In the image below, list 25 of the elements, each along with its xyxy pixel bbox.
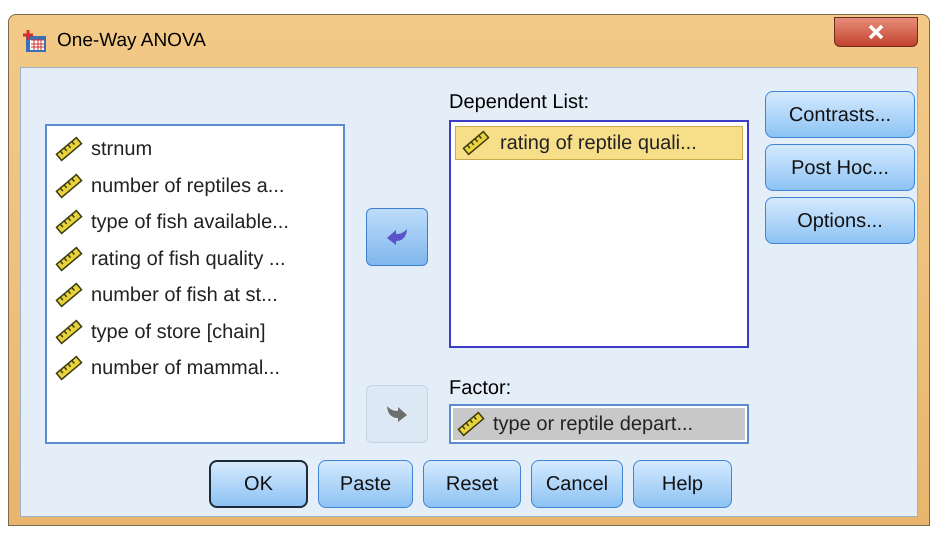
variable-item[interactable]: rating of fish quality ... xyxy=(55,240,343,277)
variable-item[interactable]: number of fish at st... xyxy=(55,277,343,314)
variable-item[interactable]: number of mammal... xyxy=(55,350,343,386)
dependent-list-label: Dependent List: xyxy=(449,90,590,115)
dialog-button[interactable]: Paste xyxy=(318,460,413,508)
app-icon xyxy=(22,28,48,54)
variable-list[interactable]: strnum number of reptiles a... type of fish available... rating of fish quality ... number of fish at st... type of store [chain] number of mammal... xyxy=(45,124,345,444)
close-button[interactable] xyxy=(834,17,918,47)
dialog-button[interactable]: Reset xyxy=(423,460,521,508)
dependent-variable-item[interactable]: rating of reptile quali... xyxy=(455,126,743,160)
variable-item[interactable]: type of fish available... xyxy=(55,204,343,240)
dialog-button[interactable]: Cancel xyxy=(531,460,623,508)
close-icon xyxy=(867,24,885,40)
variable-item[interactable]: type of store [chain] xyxy=(55,314,343,350)
dialog-button[interactable]: Post Hoc... xyxy=(765,144,915,191)
dialog-button[interactable]: Contrasts... xyxy=(765,91,915,138)
move-arrow-button[interactable] xyxy=(366,208,428,266)
dialog-button[interactable]: Help xyxy=(633,460,732,508)
window-title: One-Way ANOVA xyxy=(57,28,206,53)
dialog-button[interactable]: OK xyxy=(209,460,308,508)
variable-item[interactable]: number of reptiles a... xyxy=(55,168,343,204)
factor-label: Factor: xyxy=(449,376,512,400)
dependent-list[interactable]: rating of reptile quali... xyxy=(449,120,749,348)
dialog-button[interactable]: Options... xyxy=(765,197,915,244)
variable-item[interactable]: strnum xyxy=(55,131,343,168)
